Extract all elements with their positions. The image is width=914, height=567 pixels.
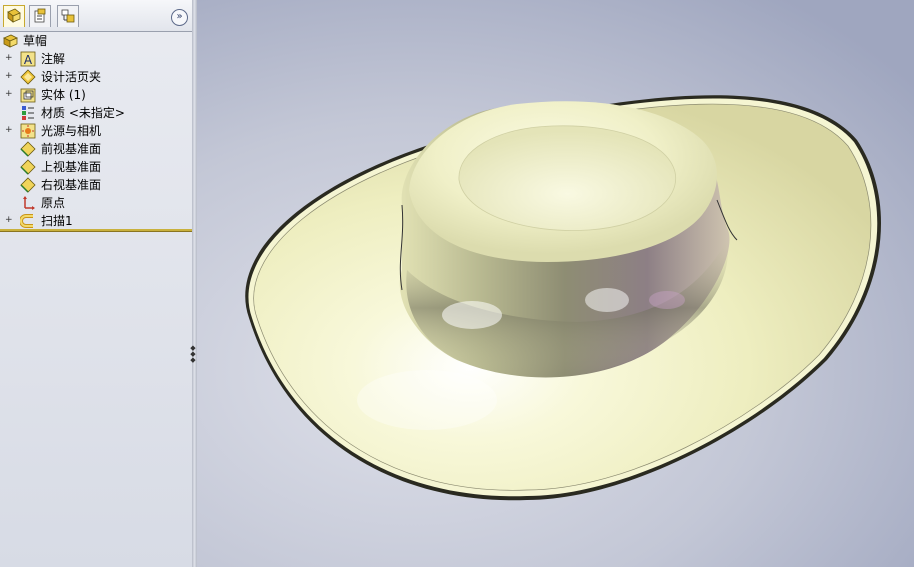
tree-item-label: 材质 <未指定> <box>41 106 125 120</box>
collapse-panel-button[interactable]: » <box>171 9 188 26</box>
origin-icon <box>23 196 35 210</box>
sweep-icon <box>20 214 33 228</box>
plane-icon <box>20 177 36 193</box>
tree-item-design-binder[interactable]: + 设计活页夹 <box>0 68 192 86</box>
tree-item-label: 右视基准面 <box>41 178 102 192</box>
graphics-viewport[interactable] <box>197 0 914 567</box>
tree-item-right-plane[interactable]: 右视基准面 <box>0 176 192 194</box>
annotations-icon: A <box>20 51 36 67</box>
panel-tab-bar: » <box>0 0 192 32</box>
tree-item-label: 扫描1 <box>41 214 73 228</box>
tree-item-front-plane[interactable]: 前视基准面 <box>0 140 192 158</box>
tree-item-label: 光源与相机 <box>41 124 102 138</box>
tree-item-top-plane[interactable]: 上视基准面 <box>0 158 192 176</box>
lights-cameras-icon <box>20 123 36 139</box>
expand-icon[interactable]: + <box>5 126 13 135</box>
tree-root-part[interactable]: 草帽 <box>0 32 192 50</box>
expand-icon[interactable]: + <box>5 216 13 225</box>
expand-icon[interactable]: + <box>5 90 13 99</box>
part-icon <box>3 34 18 48</box>
tree-item-annotations[interactable]: + A 注解 <box>0 50 192 68</box>
tree-item-label: 设计活页夹 <box>41 70 102 84</box>
tree-item-label: 前视基准面 <box>41 142 102 156</box>
expand-icon[interactable]: + <box>5 72 13 81</box>
tree-item-material[interactable]: 材质 <未指定> <box>0 104 192 122</box>
tree-item-label: 实体 (1) <box>41 88 86 102</box>
property-icon <box>34 8 46 23</box>
feature-manager-panel: » 草帽 + A 注解 + 设计活页夹 + 实体 (1) 材质 <未指定> + … <box>0 0 193 567</box>
straw-hat-3d-model[interactable] <box>197 0 914 567</box>
rollback-bar[interactable] <box>0 229 192 232</box>
plane-icon <box>20 159 36 175</box>
tree-item-label: 注解 <box>41 52 66 66</box>
design-binder-icon <box>20 69 36 85</box>
property-manager-tab[interactable] <box>29 5 51 27</box>
splitter-grip-icon[interactable]: ◆ ◆ ◆ <box>190 345 196 369</box>
configuration-manager-tab[interactable] <box>57 5 79 27</box>
material-icon <box>22 106 34 120</box>
tree-item-lights-cameras[interactable]: + 光源与相机 <box>0 122 192 140</box>
plane-icon <box>20 141 36 157</box>
expand-icon[interactable]: + <box>5 54 13 63</box>
configuration-icon <box>61 9 75 23</box>
feature-manager-tab[interactable] <box>3 5 25 27</box>
solid-bodies-icon <box>20 88 36 103</box>
tree-item-label: 原点 <box>41 196 66 210</box>
tree-root-label: 草帽 <box>23 34 48 48</box>
tree-item-label: 上视基准面 <box>41 160 102 174</box>
feature-tree: 草帽 + A 注解 + 设计活页夹 + 实体 (1) 材质 <未指定> + 光源… <box>0 32 192 230</box>
tree-item-solid-bodies[interactable]: + 实体 (1) <box>0 86 192 104</box>
tree-item-origin[interactable]: 原点 <box>0 194 192 212</box>
tree-item-sweep[interactable]: + 扫描1 <box>0 212 192 230</box>
feature-tree-icon <box>7 8 21 23</box>
svg-text:A: A <box>24 53 33 67</box>
